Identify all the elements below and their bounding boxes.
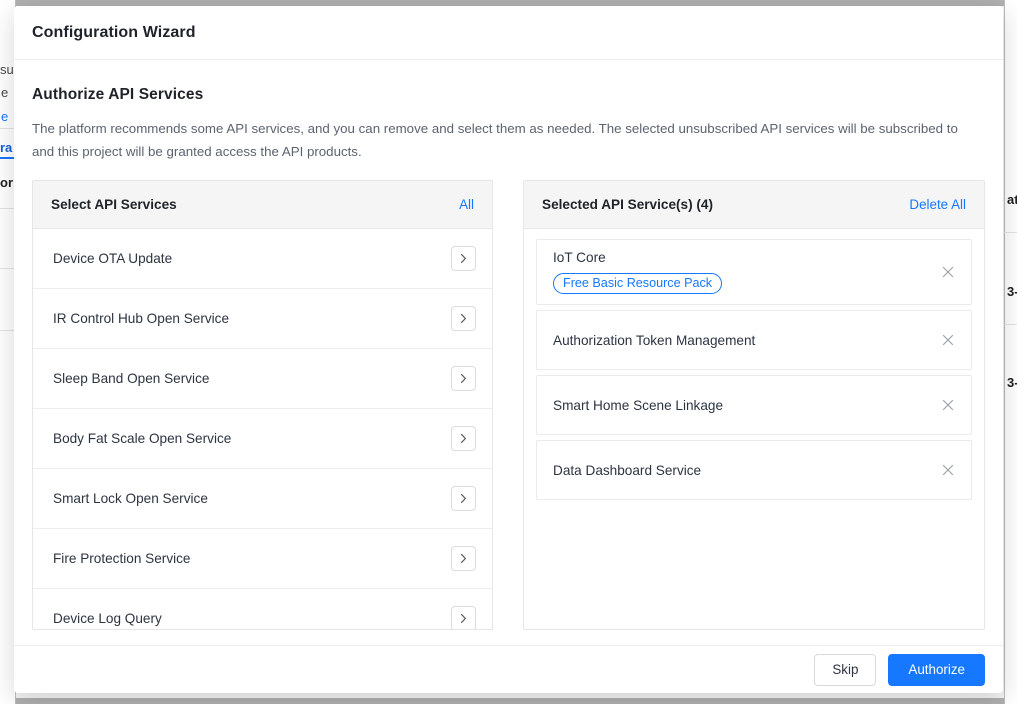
available-services-panel: Select API Services All Device OTA Updat…: [32, 180, 493, 630]
available-service-label: Device Log Query: [53, 611, 162, 626]
available-service-label: Sleep Band Open Service: [53, 371, 209, 386]
background-bottom-strip: [0, 698, 1017, 704]
selected-service-label: Authorization Token Management: [553, 333, 755, 348]
background-divider: [1004, 324, 1017, 325]
close-icon[interactable]: [939, 263, 957, 281]
available-service-row[interactable]: Device Log Query: [33, 589, 492, 629]
background-text-fragment: ra: [0, 141, 12, 154]
selected-panel-title: Selected API Service(s) (4): [542, 197, 713, 212]
skip-button[interactable]: Skip: [814, 654, 876, 686]
available-service-label: IR Control Hub Open Service: [53, 311, 229, 326]
background-divider: [1004, 232, 1017, 233]
available-service-row[interactable]: Smart Lock Open Service: [33, 469, 492, 529]
selected-services-panel: Selected API Service(s) (4) Delete All I…: [523, 180, 985, 630]
available-service-label: Smart Lock Open Service: [53, 491, 208, 506]
chevron-right-icon[interactable]: [451, 606, 476, 629]
available-service-row[interactable]: Body Fat Scale Open Service: [33, 409, 492, 469]
background-text-fragment: 3-: [1007, 376, 1017, 389]
selected-service-card: IoT Core Free Basic Resource Pack: [536, 239, 972, 305]
available-service-row[interactable]: Device OTA Update: [33, 229, 492, 289]
available-service-row[interactable]: IR Control Hub Open Service: [33, 289, 492, 349]
dialog-footer: Skip Authorize: [14, 645, 1003, 693]
available-service-label: Device OTA Update: [53, 251, 172, 266]
selected-service-info: Authorization Token Management: [553, 333, 755, 348]
available-service-label: Fire Protection Service: [53, 551, 191, 566]
chevron-right-icon[interactable]: [451, 306, 476, 331]
resource-pack-badge: Free Basic Resource Pack: [553, 273, 722, 294]
available-services-list[interactable]: Device OTA Update IR Control Hub Open Ser…: [33, 229, 492, 629]
selected-service-label: Smart Home Scene Linkage: [553, 398, 723, 413]
chevron-right-icon[interactable]: [451, 246, 476, 271]
available-service-label: Body Fat Scale Open Service: [53, 431, 231, 446]
selected-service-info: Data Dashboard Service: [553, 463, 701, 478]
close-icon[interactable]: [939, 331, 957, 349]
configuration-wizard-dialog: Configuration Wizard Authorize API Servi…: [14, 6, 1003, 693]
selected-service-info: IoT Core Free Basic Resource Pack: [553, 250, 722, 294]
available-service-row[interactable]: Fire Protection Service: [33, 529, 492, 589]
delete-all-link[interactable]: Delete All: [909, 197, 966, 212]
available-panel-header: Select API Services All: [33, 181, 492, 229]
background-text-fragment: e: [1, 110, 8, 123]
selected-service-card: Authorization Token Management: [536, 310, 972, 370]
selected-panel-header: Selected API Service(s) (4) Delete All: [524, 181, 984, 229]
chevron-right-icon[interactable]: [451, 486, 476, 511]
select-all-link[interactable]: All: [459, 197, 474, 212]
dialog-title: Configuration Wizard: [32, 24, 196, 42]
selected-services-list[interactable]: IoT Core Free Basic Resource Pack Authoriz…: [524, 229, 984, 629]
available-panel-title: Select API Services: [51, 197, 177, 212]
authorize-button[interactable]: Authorize: [888, 654, 985, 686]
background-text-fragment: at: [1007, 193, 1017, 206]
background-text-fragment: or: [0, 176, 13, 189]
chevron-right-icon[interactable]: [451, 366, 476, 391]
selected-service-label: IoT Core: [553, 250, 722, 265]
section-description: The platform recommends some API service…: [32, 118, 962, 164]
chevron-right-icon[interactable]: [451, 426, 476, 451]
dialog-body: Authorize API Services The platform reco…: [14, 60, 1003, 645]
available-service-row[interactable]: Sleep Band Open Service: [33, 349, 492, 409]
dialog-header: Configuration Wizard: [14, 6, 1003, 60]
section-title: Authorize API Services: [32, 86, 985, 104]
background-text-fragment: su: [0, 63, 14, 76]
close-icon[interactable]: [939, 461, 957, 479]
background-text-fragment: e: [1, 86, 8, 99]
selected-service-card: Data Dashboard Service: [536, 440, 972, 500]
api-service-transfer: Select API Services All Device OTA Updat…: [32, 180, 985, 630]
background-right-column: [1004, 0, 1017, 704]
selected-service-label: Data Dashboard Service: [553, 463, 701, 478]
chevron-right-icon[interactable]: [451, 546, 476, 571]
close-icon[interactable]: [939, 396, 957, 414]
background-text-fragment: 3-: [1007, 285, 1017, 298]
selected-service-info: Smart Home Scene Linkage: [553, 398, 723, 413]
selected-service-card: Smart Home Scene Linkage: [536, 375, 972, 435]
